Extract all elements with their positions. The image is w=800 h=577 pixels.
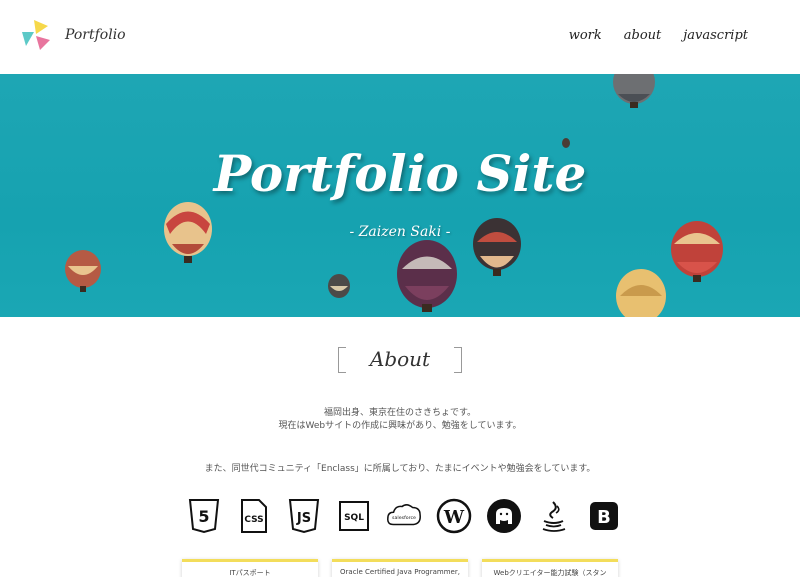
card-oracle-java[interactable]: Oracle Certified Java Programmer, <box>332 559 468 577</box>
hero-subtitle: - Zaizen Saki - <box>349 224 451 240</box>
about-title: About <box>369 347 431 371</box>
bootstrap-icon: B <box>586 497 622 535</box>
sql-label: SQL <box>344 513 364 523</box>
certification-cards: ITパスポート Oracle Certified Java Programmer… <box>182 559 618 577</box>
bracket-right <box>454 347 462 373</box>
bootstrap-label: B <box>597 507 611 528</box>
site-header: Portfolio work about javascript <box>0 0 800 74</box>
about-text-line-1: 福岡出身、東京在住のさきちょです。 <box>323 408 477 418</box>
css-label: CSS <box>244 515 263 525</box>
card-web-creator[interactable]: Webクリエイター能力試験（スタン <box>482 559 618 577</box>
java-icon <box>536 497 572 535</box>
hero-banner: Portfolio Site - Zaizen Saki - <box>0 74 800 317</box>
skill-icons: 5 CSS JS SQL salesforce W B <box>186 497 622 535</box>
card-it-passport[interactable]: ITパスポート <box>182 559 318 577</box>
salesforce-icon: salesforce <box>386 497 422 535</box>
nav-item-work[interactable]: work <box>569 28 602 43</box>
wordpress-icon: W <box>436 497 472 535</box>
about-text-line-2: 現在はWebサイトの作成に興味があり、勉強をしています。 <box>278 421 522 431</box>
main-nav: work about javascript <box>569 28 748 43</box>
github-icon <box>486 497 522 535</box>
javascript-icon: JS <box>286 497 322 535</box>
css-icon: CSS <box>236 497 272 535</box>
javascript-label: JS <box>296 511 311 526</box>
wordpress-label: W <box>443 507 465 528</box>
html5-icon: 5 <box>186 497 222 535</box>
about-text-line-3: また、同世代コミュニティ「Enclass」に所属しており、たまにイベントや勉強会… <box>204 464 596 474</box>
nav-item-javascript[interactable]: javascript <box>683 28 748 43</box>
logo-icon[interactable] <box>20 20 54 50</box>
nav-item-about[interactable]: about <box>624 28 662 43</box>
hero-title: Portfolio Site <box>213 144 587 203</box>
salesforce-label: salesforce <box>392 515 416 521</box>
html5-label: 5 <box>198 507 209 526</box>
about-heading: About <box>338 347 462 373</box>
sql-icon: SQL <box>336 497 372 535</box>
brand-name[interactable]: Portfolio <box>65 27 126 43</box>
